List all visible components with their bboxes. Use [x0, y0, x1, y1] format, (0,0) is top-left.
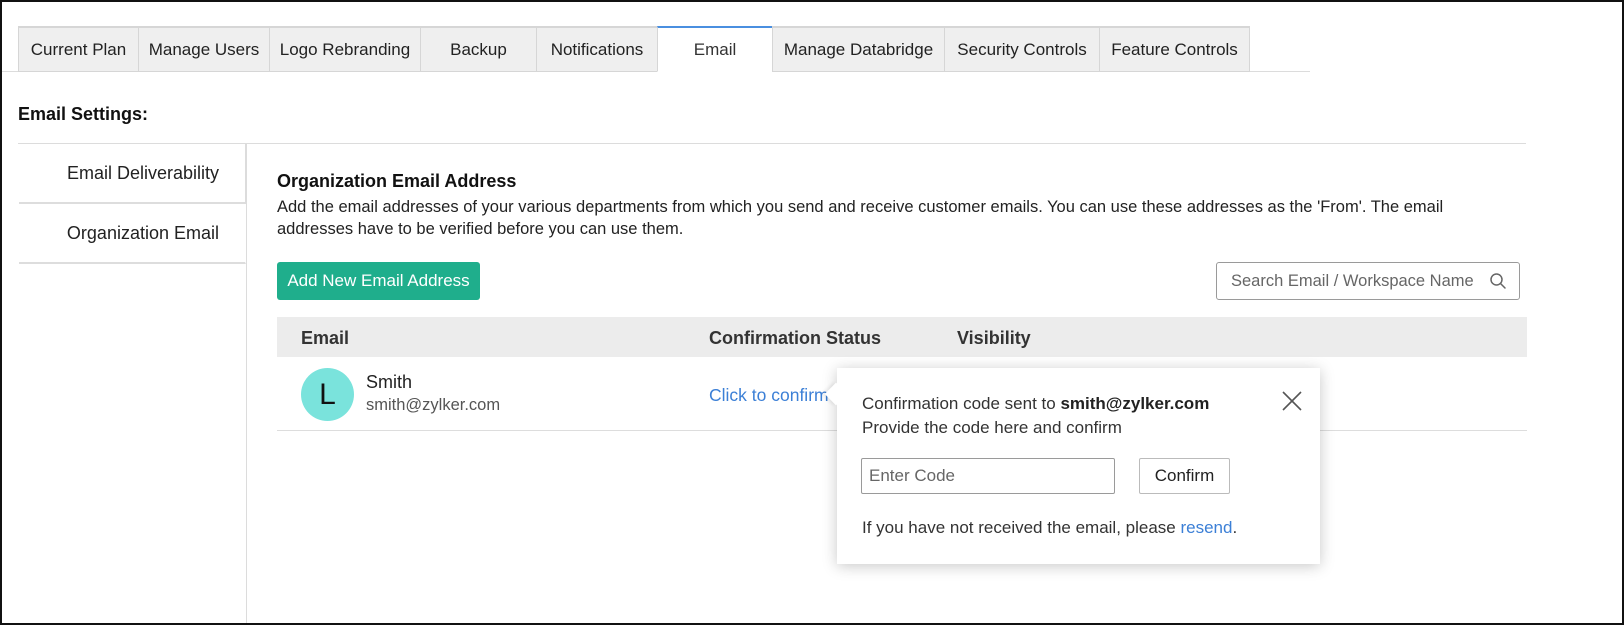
close-icon[interactable]: [1281, 390, 1303, 412]
row-email: smith@zylker.com: [366, 396, 501, 414]
search-icon[interactable]: [1489, 272, 1507, 290]
resend-suffix: .: [1232, 518, 1238, 537]
confirmation-instruction: Provide the code here and confirm: [862, 418, 1122, 437]
confirmation-popup: Confirmation code sent to smith@zylker.c…: [824, 368, 1320, 564]
tab-manage-users[interactable]: Manage Users: [138, 28, 269, 72]
resend-message: If you have not received the email, plea…: [862, 518, 1237, 538]
search-input[interactable]: [1229, 270, 1483, 292]
column-header-visibility: Visibility: [957, 328, 1031, 348]
click-to-confirm-link[interactable]: Click to confirm: [709, 385, 829, 406]
table-header: Email Confirmation Status Visibility: [277, 317, 1527, 357]
add-new-email-button[interactable]: Add New Email Address: [277, 262, 480, 300]
column-header-email: Email: [301, 328, 350, 348]
section-title: Email Settings:: [18, 104, 149, 124]
tab-logo-rebranding[interactable]: Logo Rebranding: [269, 28, 420, 72]
sidenav-item-organization-email[interactable]: Organization Email: [19, 204, 246, 264]
confirmation-code-input[interactable]: [861, 458, 1115, 494]
confirmation-message: Confirmation code sent to smith@zylker.c…: [862, 394, 1209, 414]
tab-manage-databridge[interactable]: Manage Databridge: [772, 28, 944, 72]
email-settings-sidenav: Email Deliverability Organization Email: [19, 144, 247, 624]
resend-prefix: If you have not received the email, plea…: [862, 518, 1181, 537]
panel-description: Add the email addresses of your various …: [277, 198, 1444, 238]
tab-feature-controls[interactable]: Feature Controls: [1099, 28, 1250, 72]
confirmation-message-prefix: Confirmation code sent to: [862, 394, 1061, 413]
tab-current-plan[interactable]: Current Plan: [18, 28, 138, 72]
confirm-button[interactable]: Confirm: [1139, 458, 1230, 494]
tab-notifications[interactable]: Notifications: [536, 28, 657, 72]
column-header-confirmation-status: Confirmation Status: [709, 328, 882, 348]
avatar: L: [301, 368, 354, 421]
row-name: Smith: [366, 372, 413, 392]
tab-security-controls[interactable]: Security Controls: [944, 28, 1099, 72]
tab-backup[interactable]: Backup: [420, 28, 536, 72]
resend-link[interactable]: resend: [1180, 518, 1232, 537]
panel-heading: Organization Email Address: [277, 171, 517, 191]
search-box: [1216, 262, 1520, 300]
sidenav-item-email-deliverability[interactable]: Email Deliverability: [19, 144, 246, 204]
tab-email[interactable]: Email: [657, 26, 772, 72]
settings-tabs: Current Plan Manage Users Logo Rebrandin…: [18, 26, 1250, 73]
popup-pointer-cover: [837, 378, 851, 412]
confirmation-email: smith@zylker.com: [1060, 394, 1210, 413]
